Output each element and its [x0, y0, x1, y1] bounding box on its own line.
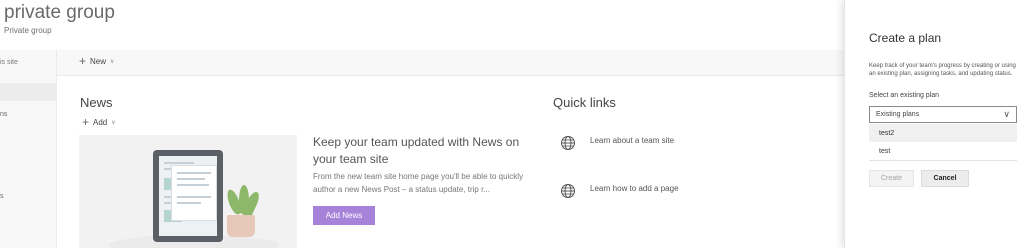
quick-link-item[interactable]: Learn how to add a page [560, 183, 679, 199]
select-plan-label: Select an existing plan [869, 92, 940, 99]
article-sheet-illustration [171, 165, 217, 221]
new-label: New [90, 56, 107, 66]
create-plan-panel: Create a plan Keep track of your team's … [844, 0, 1021, 248]
nav-item-pages[interactable]: s [0, 193, 4, 200]
existing-plans-dropdown[interactable]: Existing plans ∨ [869, 106, 1017, 123]
quick-link-label: Learn how to add a page [590, 184, 679, 193]
create-button[interactable]: Create [869, 170, 914, 187]
dropdown-value: Existing plans [876, 111, 920, 118]
plus-icon: + [82, 115, 90, 129]
add-label: Add [93, 117, 108, 127]
plant-pot [227, 215, 255, 237]
globe-icon [561, 184, 575, 198]
quick-links-heading: Quick links [553, 95, 616, 110]
plan-option[interactable]: test [869, 143, 1017, 161]
command-bar: + New ∨ [57, 50, 844, 76]
plus-icon: + [79, 54, 87, 68]
quick-link-item[interactable]: Learn about a team site [560, 135, 674, 151]
search-this-site[interactable]: is site [0, 59, 18, 66]
news-illustration [79, 135, 297, 248]
cancel-button[interactable]: Cancel [921, 170, 969, 187]
new-button[interactable]: + New ∨ [79, 54, 115, 68]
site-title: private group [4, 2, 115, 23]
chevron-down-icon: ∨ [111, 119, 116, 126]
site-subtitle: Private group [4, 26, 52, 35]
news-add-button[interactable]: + Add ∨ [82, 115, 116, 129]
panel-title: Create a plan [869, 31, 942, 45]
left-navigation: is site ns s [0, 50, 57, 248]
quick-link-label: Learn about a team site [590, 136, 675, 145]
plan-option[interactable]: test2 [869, 124, 1017, 142]
news-heading: News [80, 95, 113, 110]
news-promo-text: From the new team site home page you'll … [313, 172, 524, 194]
news-promo-title: Keep your team updated with News on your… [313, 135, 520, 166]
chevron-down-icon: ∨ [1003, 109, 1010, 119]
nav-item-selected[interactable] [0, 83, 57, 101]
add-news-button[interactable]: Add News [313, 206, 375, 225]
nav-item-conversations[interactable]: ns [0, 111, 7, 118]
panel-description: Keep track of your team's progress by cr… [869, 63, 1016, 77]
chevron-down-icon: ∨ [110, 58, 115, 65]
globe-icon [561, 136, 575, 150]
